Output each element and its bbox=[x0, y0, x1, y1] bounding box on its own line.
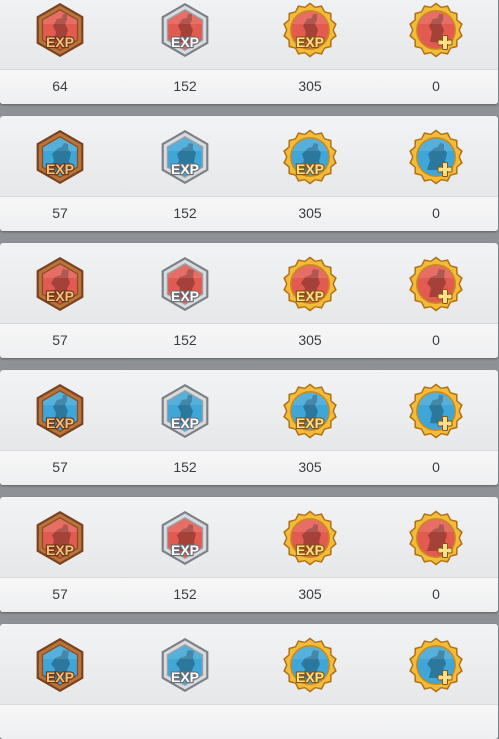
svg-text:EXP: EXP bbox=[46, 34, 74, 50]
bronze-exp-medal-icon[interactable]: EXP bbox=[32, 637, 88, 693]
gold-plus-medal-icon[interactable] bbox=[408, 510, 464, 566]
gold-plus-medal-icon[interactable] bbox=[408, 383, 464, 439]
svg-text:EXP: EXP bbox=[296, 34, 324, 50]
gold-exp-medal-icon[interactable]: EXP bbox=[282, 2, 338, 58]
medal-strip: EXP EXP EXP bbox=[0, 116, 498, 196]
gold-plus-medal-icon[interactable] bbox=[408, 256, 464, 312]
silver-medal-count: 152 bbox=[173, 205, 197, 221]
gold-exp-medal-icon[interactable]: EXP bbox=[282, 637, 338, 693]
bronze-medal-count: 57 bbox=[52, 586, 68, 602]
silver-exp-medal-icon[interactable]: EXP bbox=[157, 637, 213, 693]
svg-text:EXP: EXP bbox=[296, 161, 324, 177]
svg-text:EXP: EXP bbox=[296, 415, 324, 431]
svg-text:EXP: EXP bbox=[171, 542, 199, 558]
gold-medal-count: 305 bbox=[298, 586, 322, 602]
bronze-exp-medal-icon[interactable]: EXP bbox=[32, 256, 88, 312]
silver-medal-count: 152 bbox=[173, 586, 197, 602]
svg-text:EXP: EXP bbox=[171, 161, 199, 177]
gold-plus-medal-icon[interactable] bbox=[408, 2, 464, 58]
gold-medal-count: 305 bbox=[298, 205, 322, 221]
svg-text:EXP: EXP bbox=[171, 288, 199, 304]
count-strip: 64 152 305 0 bbox=[0, 69, 498, 104]
svg-text:EXP: EXP bbox=[46, 542, 74, 558]
medal-strip: EXP EXP EXP bbox=[0, 497, 498, 577]
gold-plus-medal-icon[interactable] bbox=[408, 129, 464, 185]
gold-medal-count: 0 bbox=[432, 78, 440, 94]
bronze-exp-medal-icon[interactable]: EXP bbox=[32, 2, 88, 58]
medal-strip: EXP EXP EXP bbox=[0, 370, 498, 450]
svg-text:EXP: EXP bbox=[171, 669, 199, 685]
svg-text:EXP: EXP bbox=[46, 288, 74, 304]
gold-medal-count: 305 bbox=[298, 332, 322, 348]
gold-exp-medal-icon[interactable]: EXP bbox=[282, 510, 338, 566]
svg-text:EXP: EXP bbox=[296, 542, 324, 558]
gold-medal-count: 305 bbox=[298, 459, 322, 475]
bronze-exp-medal-icon[interactable]: EXP bbox=[32, 510, 88, 566]
gold-medal-count: 0 bbox=[432, 332, 440, 348]
medal-strip: EXP EXP EXP bbox=[0, 0, 498, 69]
medal-strip: EXP EXP EXP bbox=[0, 243, 498, 323]
silver-exp-medal-icon[interactable]: EXP bbox=[157, 383, 213, 439]
svg-text:EXP: EXP bbox=[46, 161, 74, 177]
gold-exp-medal-icon[interactable]: EXP bbox=[282, 129, 338, 185]
count-strip: 57 152 305 0 bbox=[0, 450, 498, 485]
svg-text:EXP: EXP bbox=[171, 34, 199, 50]
hero-exp-row: EXP EXP EXP 57 152 305 0 bbox=[0, 243, 498, 358]
bronze-medal-count: 64 bbox=[52, 78, 68, 94]
bronze-medal-count: 57 bbox=[52, 332, 68, 348]
silver-exp-medal-icon[interactable]: EXP bbox=[157, 510, 213, 566]
svg-text:EXP: EXP bbox=[296, 288, 324, 304]
medal-strip: EXP EXP EXP bbox=[0, 624, 498, 704]
bronze-medal-count: 57 bbox=[52, 459, 68, 475]
gold-medal-count: 305 bbox=[298, 78, 322, 94]
gold-exp-medal-icon[interactable]: EXP bbox=[282, 383, 338, 439]
hero-exp-row: EXP EXP EXP 64 152 305 0 bbox=[0, 0, 498, 104]
gold-medal-count: 0 bbox=[432, 459, 440, 475]
hero-exp-row: EXP EXP EXP bbox=[0, 624, 498, 739]
gold-medal-count: 0 bbox=[432, 586, 440, 602]
count-strip bbox=[0, 704, 498, 739]
bronze-exp-medal-icon[interactable]: EXP bbox=[32, 383, 88, 439]
svg-text:EXP: EXP bbox=[296, 669, 324, 685]
bronze-exp-medal-icon[interactable]: EXP bbox=[32, 129, 88, 185]
silver-medal-count: 152 bbox=[173, 459, 197, 475]
silver-medal-count: 152 bbox=[173, 78, 197, 94]
hero-exp-row: EXP EXP EXP 57 152 305 0 bbox=[0, 497, 498, 612]
gold-exp-medal-icon[interactable]: EXP bbox=[282, 256, 338, 312]
count-strip: 57 152 305 0 bbox=[0, 577, 498, 612]
svg-text:EXP: EXP bbox=[46, 669, 74, 685]
silver-exp-medal-icon[interactable]: EXP bbox=[157, 2, 213, 58]
silver-medal-count: 152 bbox=[173, 332, 197, 348]
silver-exp-medal-icon[interactable]: EXP bbox=[157, 129, 213, 185]
count-strip: 57 152 305 0 bbox=[0, 323, 498, 358]
hero-exp-row: EXP EXP EXP 57 152 305 0 bbox=[0, 370, 498, 485]
bronze-medal-count: 57 bbox=[52, 205, 68, 221]
hero-exp-row: EXP EXP EXP 57 152 305 0 bbox=[0, 116, 498, 231]
svg-text:EXP: EXP bbox=[171, 415, 199, 431]
svg-text:EXP: EXP bbox=[46, 415, 74, 431]
gold-plus-medal-icon[interactable] bbox=[408, 637, 464, 693]
count-strip: 57 152 305 0 bbox=[0, 196, 498, 231]
exp-medal-list: EXP EXP EXP 64 152 305 0 EXP EXP EXP 57 152 305 0 EXP E… bbox=[0, 0, 499, 739]
gold-medal-count: 0 bbox=[432, 205, 440, 221]
silver-exp-medal-icon[interactable]: EXP bbox=[157, 256, 213, 312]
